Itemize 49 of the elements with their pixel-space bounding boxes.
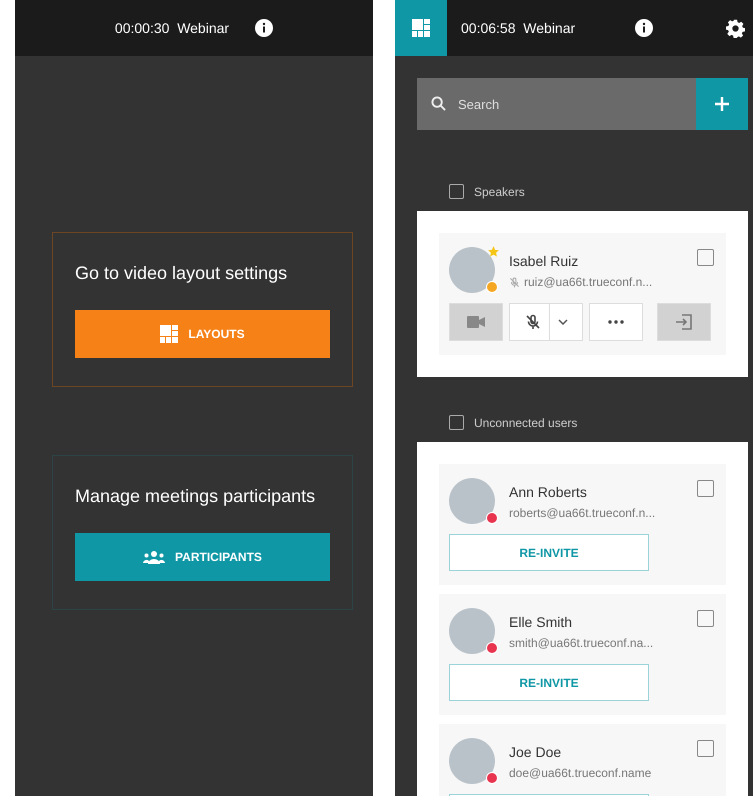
plus-icon <box>715 97 729 111</box>
camera-button[interactable] <box>449 303 503 341</box>
microphone-button[interactable] <box>509 303 583 341</box>
card-title: Go to video layout settings <box>75 263 288 284</box>
participant-name: Joe Doe <box>509 744 562 760</box>
meeting-title: 00:00:30 Webinar <box>114 20 230 36</box>
card-title: Manage meetings participants <box>75 486 316 507</box>
search-icon <box>431 96 446 111</box>
avatar <box>449 738 495 784</box>
participant-name: Isabel Ruiz <box>509 253 580 269</box>
group-checkbox[interactable] <box>449 184 464 199</box>
info-icon[interactable] <box>635 19 654 37</box>
add-button[interactable] <box>696 78 748 130</box>
sign-in-icon <box>675 313 693 331</box>
layouts-toggle[interactable] <box>395 0 447 56</box>
group-label: Unconnected users <box>474 416 578 430</box>
avatar <box>449 608 495 654</box>
group-checkbox[interactable] <box>449 415 464 430</box>
participant-name: Elle Smith <box>509 614 574 630</box>
settings-icon[interactable] <box>726 18 745 38</box>
group-label: Speakers <box>474 184 525 198</box>
caret-icon <box>558 319 568 325</box>
participant-email: ruiz@ua66t.trueconf.n... <box>524 275 652 289</box>
search-field[interactable]: Search <box>417 78 696 130</box>
avatar <box>449 478 495 524</box>
more-icon <box>608 320 624 324</box>
muted-microphone-icon <box>524 314 540 330</box>
layouts-button[interactable]: LAYOUTS <box>75 310 330 358</box>
participants-button[interactable]: PARTICIPANTS <box>75 533 330 581</box>
info-icon[interactable] <box>255 19 274 37</box>
participant-name: Ann Roberts <box>509 484 588 500</box>
people-icon <box>143 550 166 564</box>
participant-email: roberts@ua66t.trueconf.n... <box>509 506 656 520</box>
exit-button[interactable] <box>657 303 711 341</box>
checkbox[interactable] <box>697 610 714 627</box>
layout-grid-icon <box>160 325 178 343</box>
participant-email: doe@ua66t.trueconf.name <box>509 766 652 780</box>
participant-email: smith@ua66t.trueconf.na... <box>509 636 654 650</box>
camera-icon <box>467 316 485 328</box>
star-icon <box>487 245 500 258</box>
reinvite-button[interactable]: RE-INVITE <box>449 534 649 571</box>
checkbox[interactable] <box>697 740 714 757</box>
muted-microphone-icon <box>509 276 520 288</box>
reinvite-button[interactable]: RE-INVITE <box>449 664 649 701</box>
checkbox[interactable] <box>697 249 714 266</box>
layout-grid-icon <box>412 19 430 37</box>
checkbox[interactable] <box>697 480 714 497</box>
avatar <box>449 247 495 293</box>
meeting-title: 00:06:58 Webinar <box>461 20 576 36</box>
